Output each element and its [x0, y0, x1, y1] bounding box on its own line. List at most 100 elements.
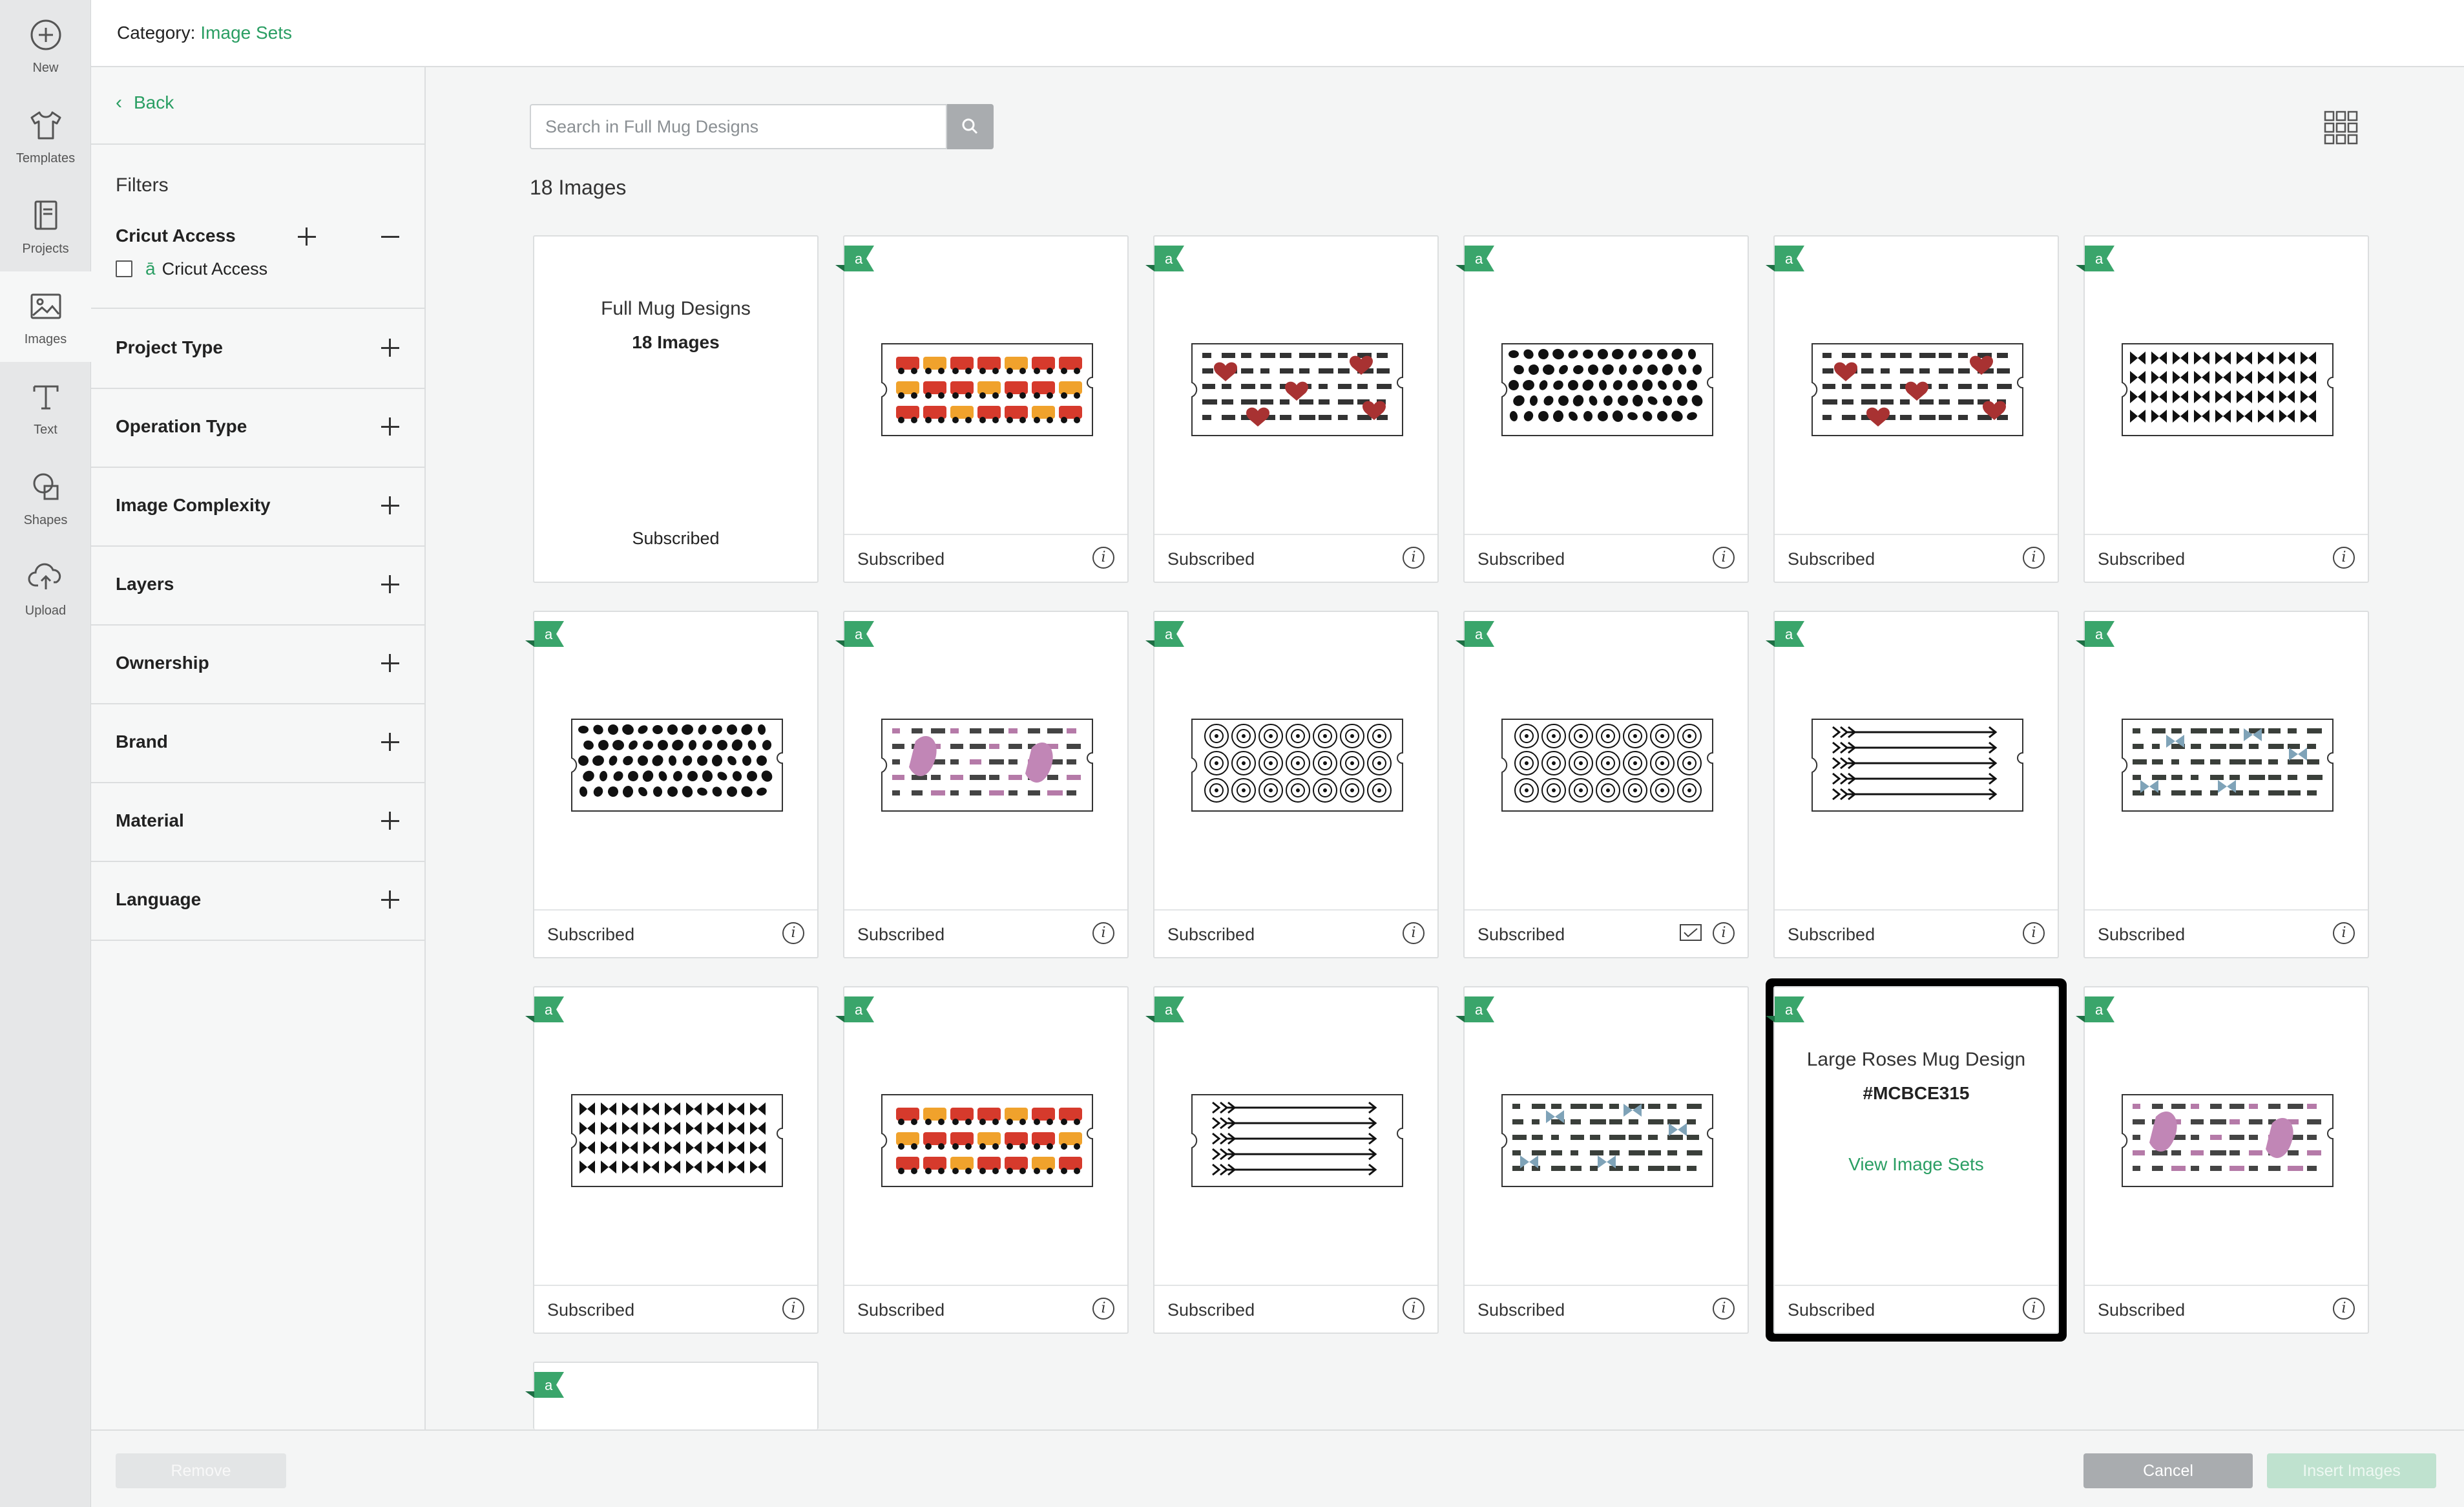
card-footer: Subscribed i: [1154, 909, 1437, 957]
expand-plus-icon[interactable]: [381, 575, 399, 593]
view-image-sets-link[interactable]: View Image Sets: [1775, 1154, 2058, 1175]
card-status: Subscribed: [857, 925, 945, 944]
image-card[interactable]: a Subscribed i: [835, 611, 1129, 958]
expand-plus-icon[interactable]: [298, 227, 316, 246]
info-icon[interactable]: i: [2023, 547, 2045, 569]
cricut-access-filter[interactable]: ā Cricut Access: [116, 258, 267, 279]
category-link[interactable]: Image Sets: [200, 23, 292, 43]
card-status: Subscribed: [2098, 549, 2186, 569]
card-footer: Subscribed i: [1154, 1285, 1437, 1333]
expand-plus-icon[interactable]: [381, 417, 399, 436]
cricut-access-badge-icon: a: [525, 621, 564, 647]
mug-design-thumbnail: [881, 719, 1093, 812]
image-card[interactable]: a Subscribed i: [1145, 986, 1439, 1334]
filter-image-complexity[interactable]: Image Complexity: [91, 467, 426, 545]
card-status: Subscribed: [857, 1300, 945, 1320]
cricut-access-badge-icon: a: [1456, 996, 1494, 1022]
search-input[interactable]: Search in Full Mug Designs: [530, 104, 947, 149]
cricut-access-badge-icon: a: [1766, 621, 1804, 647]
expand-plus-icon[interactable]: [381, 654, 399, 672]
insert-images-button[interactable]: Insert Images: [2267, 1453, 2436, 1488]
info-icon[interactable]: i: [2023, 1298, 2045, 1320]
mug-design-thumbnail: [571, 1094, 783, 1187]
image-card[interactable]: a Subscribed i: [835, 986, 1129, 1334]
hover-image-name: Large Roses Mug Design: [1806, 1049, 2026, 1070]
info-icon[interactable]: i: [1403, 547, 1425, 569]
image-card[interactable]: a Subscribed i: [2076, 235, 2369, 583]
card-footer: Subscribed i: [1465, 1285, 1748, 1333]
filter-brand[interactable]: Brand: [91, 703, 426, 782]
card-footer: Subscribed i: [1465, 909, 1748, 957]
rail-text[interactable]: Text: [0, 362, 91, 452]
filter-project-type[interactable]: Project Type: [91, 309, 426, 388]
search-button[interactable]: [947, 104, 994, 149]
rail-new[interactable]: New: [0, 0, 91, 90]
info-icon[interactable]: i: [2333, 1298, 2355, 1320]
grid-view-toggle[interactable]: [2323, 110, 2359, 149]
expand-plus-icon[interactable]: [381, 733, 399, 751]
cricut-access-checkbox[interactable]: [116, 260, 132, 277]
cancel-button[interactable]: Cancel: [2083, 1453, 2253, 1488]
expand-plus-icon[interactable]: [381, 812, 399, 830]
filter-layers[interactable]: Layers: [91, 545, 426, 624]
expand-plus-icon[interactable]: [381, 496, 399, 514]
image-card[interactable]: a Subscribed i: [525, 611, 819, 958]
card-status: Subscribed: [547, 925, 635, 944]
card-status: Subscribed: [1477, 549, 1565, 569]
card-footer: Subscribed i: [534, 1285, 817, 1333]
divider: [91, 143, 426, 145]
filter-title: Project Type: [116, 337, 223, 357]
rail-upload[interactable]: Upload: [0, 543, 91, 633]
image-card[interactable]: a Subscribed i: [1456, 986, 1749, 1334]
filter-language[interactable]: Language: [91, 861, 426, 940]
image-card[interactable]: a Subscribed i: [525, 986, 819, 1334]
shapes-icon: [33, 473, 58, 500]
image-card[interactable]: a Subscribed i: [1456, 235, 1749, 583]
info-icon[interactable]: i: [1403, 922, 1425, 944]
back-button[interactable]: ‹ Back: [116, 92, 174, 114]
svg-text:a: a: [2095, 626, 2104, 642]
info-icon[interactable]: i: [2023, 922, 2045, 944]
info-icon[interactable]: i: [1713, 547, 1735, 569]
remove-button[interactable]: Remove: [116, 1453, 286, 1488]
info-icon[interactable]: i: [782, 922, 804, 944]
svg-text:a: a: [545, 1002, 553, 1018]
image-card[interactable]: a Subscribed i: [1766, 611, 2059, 958]
filter-operation-type[interactable]: Operation Type: [91, 388, 426, 467]
image-card-partial[interactable]: a: [525, 1362, 819, 1429]
info-icon[interactable]: i: [2333, 547, 2355, 569]
info-icon[interactable]: i: [1092, 547, 1114, 569]
image-set-card[interactable]: Full Mug Designs 18 Images Subscribed: [533, 235, 819, 583]
image-card[interactable]: a Subscribed i: [1456, 611, 1749, 958]
rail-projects[interactable]: Projects: [0, 181, 91, 271]
info-icon[interactable]: i: [1092, 1298, 1114, 1320]
expand-plus-icon[interactable]: [381, 890, 399, 909]
filter-material[interactable]: Material: [91, 782, 426, 861]
svg-text:a: a: [1165, 251, 1173, 267]
info-icon[interactable]: i: [1403, 1298, 1425, 1320]
info-icon[interactable]: i: [1713, 1298, 1735, 1320]
svg-text:a: a: [855, 626, 863, 642]
expand-plus-icon[interactable]: [381, 339, 399, 357]
collapse-minus-icon[interactable]: [381, 227, 399, 246]
image-card[interactable]: a Subscribed i: [2076, 611, 2369, 958]
info-icon[interactable]: i: [1092, 922, 1114, 944]
info-icon[interactable]: i: [2333, 922, 2355, 944]
mug-design-thumbnail: [1811, 343, 2023, 436]
image-card[interactable]: a Large Roses Mug Design #MCBCE315 View Ima…: [1766, 986, 2059, 1334]
app-window: New Templates Projects Images Text Shape…: [0, 0, 2464, 1507]
info-icon[interactable]: i: [782, 1298, 804, 1320]
filter-ownership[interactable]: Ownership: [91, 624, 426, 703]
image-card[interactable]: a Subscribed i: [835, 235, 1129, 583]
rail-shapes[interactable]: Shapes: [0, 452, 91, 543]
image-card[interactable]: a Subscribed i: [1145, 235, 1439, 583]
mug-design-thumbnail: [1191, 719, 1403, 812]
info-icon[interactable]: i: [1713, 922, 1735, 944]
rail-templates[interactable]: Templates: [0, 90, 91, 181]
image-card[interactable]: a Subscribed i: [2076, 986, 2369, 1334]
image-card[interactable]: a Subscribed i: [1766, 235, 2059, 583]
filter-title: Layers: [116, 574, 174, 594]
rail-images[interactable]: Images: [0, 271, 91, 362]
image-card[interactable]: a Subscribed i: [1145, 611, 1439, 958]
compatibility-check-icon[interactable]: [1679, 923, 1702, 943]
